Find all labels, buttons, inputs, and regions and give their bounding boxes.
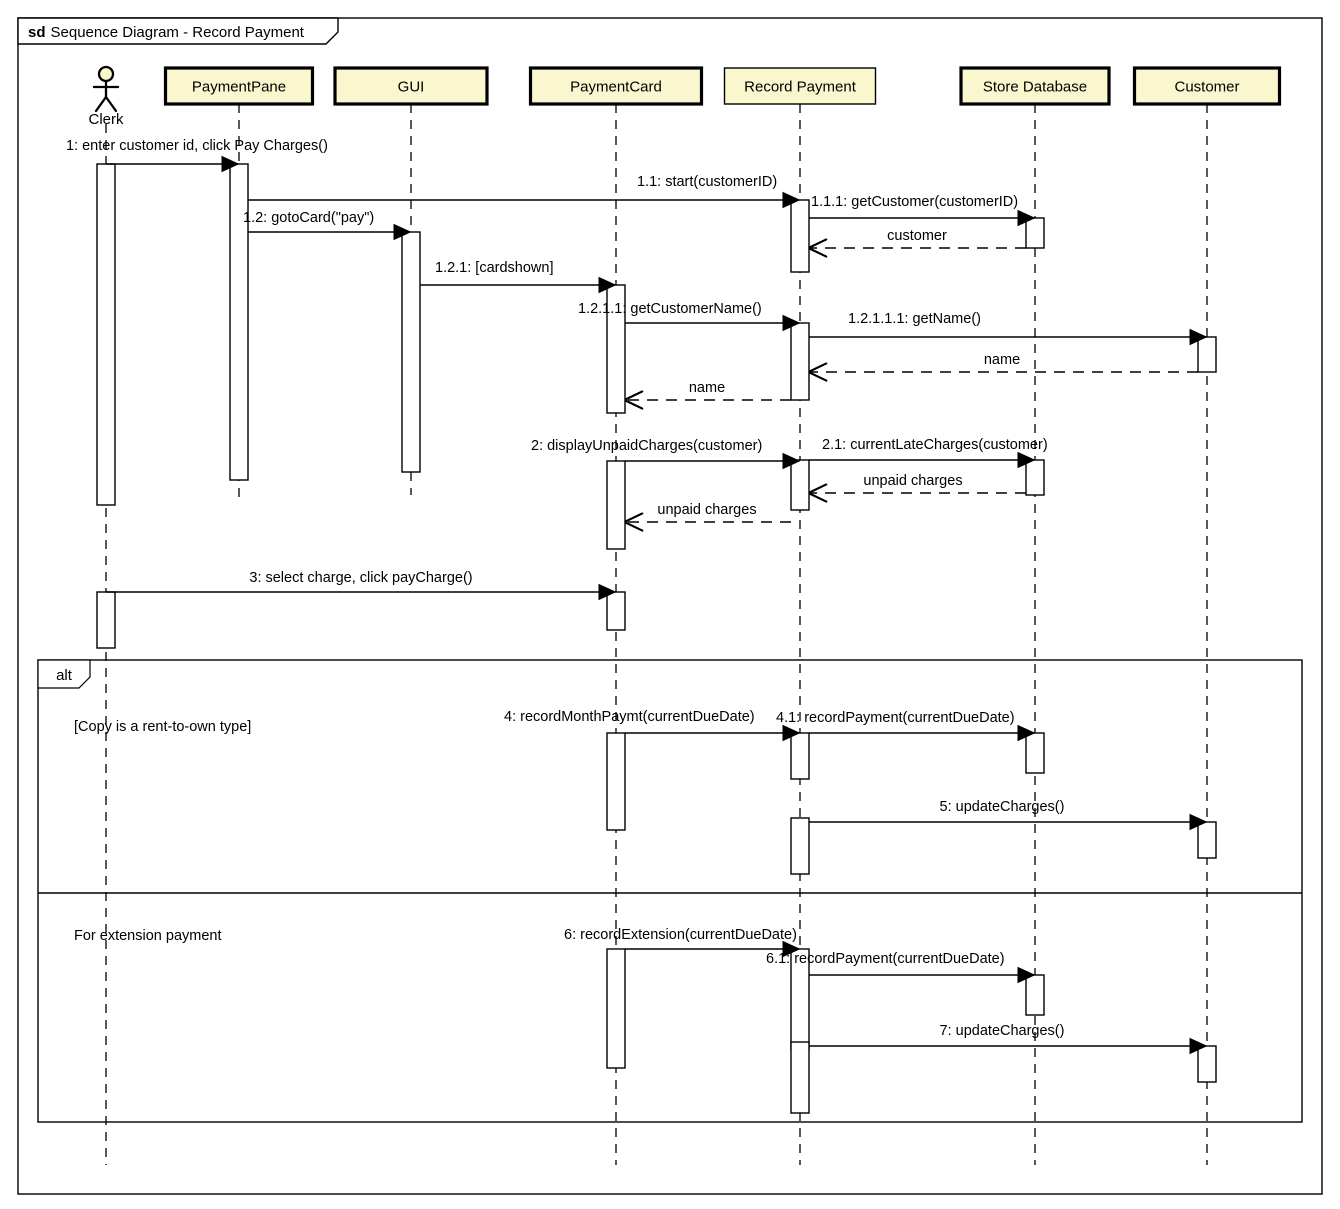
participant-name-card: PaymentCard — [570, 79, 662, 96]
participant-name-clerk: Clerk — [88, 111, 124, 128]
activation-bar-store-18 — [1025, 732, 1045, 774]
message-label-m6: 6: recordExtension(currentDueDate) — [564, 927, 797, 943]
message-label-m5: 5: updateCharges() — [940, 799, 1065, 815]
fragment-guard-0: [Copy is a rent-to-own type] — [74, 719, 251, 735]
activation-bar-clerk-0 — [96, 163, 116, 506]
message-label-m12: 1.2: gotoCard("pay") — [243, 210, 374, 226]
message-label-m11: 1.1: start(customerID) — [637, 174, 777, 190]
diagram-title-text: Sequence Diagram - Record Payment — [51, 24, 305, 41]
participant-name-pane: PaymentPane — [192, 79, 286, 96]
diagram-frame-title: sd Sequence Diagram - Record Payment — [28, 24, 305, 41]
activation-bar-record-11 — [790, 459, 810, 511]
activation-bar-card-5 — [606, 460, 626, 550]
activation-bar-record-13 — [790, 817, 810, 875]
activation-bar-store-19 — [1025, 974, 1045, 1016]
activation-bar-record-15 — [790, 1041, 810, 1114]
message-label-m61: 6.1: recordPayment(currentDueDate) — [766, 951, 1005, 967]
participant-name-record: Record Payment — [744, 79, 857, 96]
activation-bar-store-16 — [1025, 217, 1045, 249]
message-label-m21: 2.1: currentLateCharges(customer) — [822, 437, 1048, 453]
participant-name-gui: GUI — [398, 79, 425, 96]
activation-bar-record-9 — [790, 199, 810, 273]
message-label-r2: name — [984, 352, 1020, 368]
sequence-diagram-canvas: sd Sequence Diagram - Record Payment alt [… — [0, 0, 1340, 1209]
activation-bar-gui-3 — [401, 231, 421, 473]
message-label-m12111: 1.2.1.1.1: getName() — [848, 311, 981, 327]
message-label-m1211: 1.2.1.1: getCustomerName() — [578, 301, 762, 317]
message-label-r4: unpaid charges — [863, 473, 962, 489]
combined-fragments: alt [Copy is a rent-to-own type] For exten… — [37, 659, 1303, 1123]
activation-bar-store-17 — [1025, 459, 1045, 496]
activation-bar-card-8 — [606, 948, 626, 1069]
actor-right-leg-icon — [104, 95, 118, 113]
message-label-r5: unpaid charges — [657, 502, 756, 518]
activation-bar-customer-21 — [1197, 821, 1217, 859]
participant-heads: Clerk PaymentPane GUI PaymentCard Record Pay… — [88, 65, 1282, 128]
fragment-operator-label: alt — [56, 667, 73, 684]
activation-bar-customer-22 — [1197, 1045, 1217, 1083]
participant-name-customer: Customer — [1174, 79, 1239, 96]
diagram-frame-border — [17, 17, 1323, 1195]
activation-bar-record-10 — [790, 322, 810, 401]
participant-name-store: Store Database — [983, 79, 1087, 96]
actor-head-icon — [97, 65, 115, 83]
message-label-m111: 1.1.1: getCustomer(customerID) — [811, 194, 1018, 210]
diagram-frame: sd Sequence Diagram - Record Payment — [17, 17, 1323, 1195]
activation-bar-record-12 — [790, 732, 810, 780]
sequence-diagram-svg: sd Sequence Diagram - Record Payment alt [… — [17, 17, 1323, 1195]
message-label-r1: customer — [887, 228, 947, 244]
message-label-m7: 7: updateCharges() — [940, 1023, 1065, 1039]
message-label-m1: 1: enter customer id, click Pay Charges(… — [66, 138, 328, 154]
message-label-m3: 3: select charge, click payCharge() — [249, 570, 472, 586]
diagram-kind-label: sd — [28, 24, 46, 41]
message-label-m2: 2: displayUnpaidCharges(customer) — [531, 438, 762, 454]
actor-left-leg-icon — [94, 95, 108, 113]
message-label-m4: 4: recordMonthPaymt(currentDueDate) — [504, 709, 755, 725]
activation-bar-card-7 — [606, 732, 626, 831]
activation-bar-clerk-1 — [96, 591, 116, 649]
activation-bar-card-6 — [606, 591, 626, 631]
message-label-r3: name — [689, 380, 725, 396]
message-label-m121: 1.2.1: [cardshown] — [435, 260, 554, 276]
fragment-guard-1: For extension payment — [74, 928, 222, 944]
message-label-m41: 4.1: recordPayment(currentDueDate) — [776, 710, 1015, 726]
activation-bar-customer-20 — [1197, 336, 1217, 373]
